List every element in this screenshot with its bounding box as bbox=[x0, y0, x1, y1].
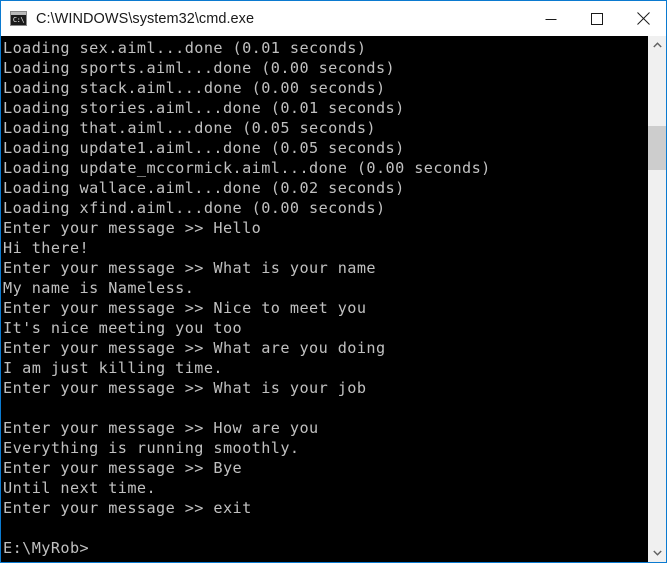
title-bar[interactable]: C:\ C:\WINDOWS\system32\cmd.exe bbox=[1, 1, 666, 36]
close-icon bbox=[636, 12, 650, 25]
cmd-exe-icon: C:\ bbox=[10, 11, 27, 26]
window-title: C:\WINDOWS\system32\cmd.exe bbox=[36, 10, 255, 27]
window-controls bbox=[528, 1, 666, 36]
scrollbar-thumb[interactable] bbox=[648, 126, 666, 170]
console-area: Loading sex.aiml...done (0.01 seconds) L… bbox=[1, 36, 666, 562]
vertical-scrollbar[interactable] bbox=[648, 36, 666, 562]
minimize-button[interactable] bbox=[528, 1, 574, 36]
maximize-icon bbox=[591, 12, 603, 25]
maximize-button[interactable] bbox=[574, 1, 620, 36]
scrollbar-track[interactable] bbox=[648, 54, 666, 544]
icon-prompt-glyph: C:\ bbox=[12, 16, 25, 24]
console-output[interactable]: Loading sex.aiml...done (0.01 seconds) L… bbox=[1, 36, 648, 562]
chevron-down-icon bbox=[652, 550, 662, 556]
cmd-window: C:\ C:\WINDOWS\system32\cmd.exe Loading … bbox=[0, 0, 667, 563]
chevron-up-icon bbox=[652, 42, 662, 48]
close-button[interactable] bbox=[620, 1, 666, 36]
scroll-up-arrow[interactable] bbox=[648, 36, 666, 54]
minimize-icon bbox=[545, 18, 557, 20]
scroll-down-arrow[interactable] bbox=[648, 544, 666, 562]
